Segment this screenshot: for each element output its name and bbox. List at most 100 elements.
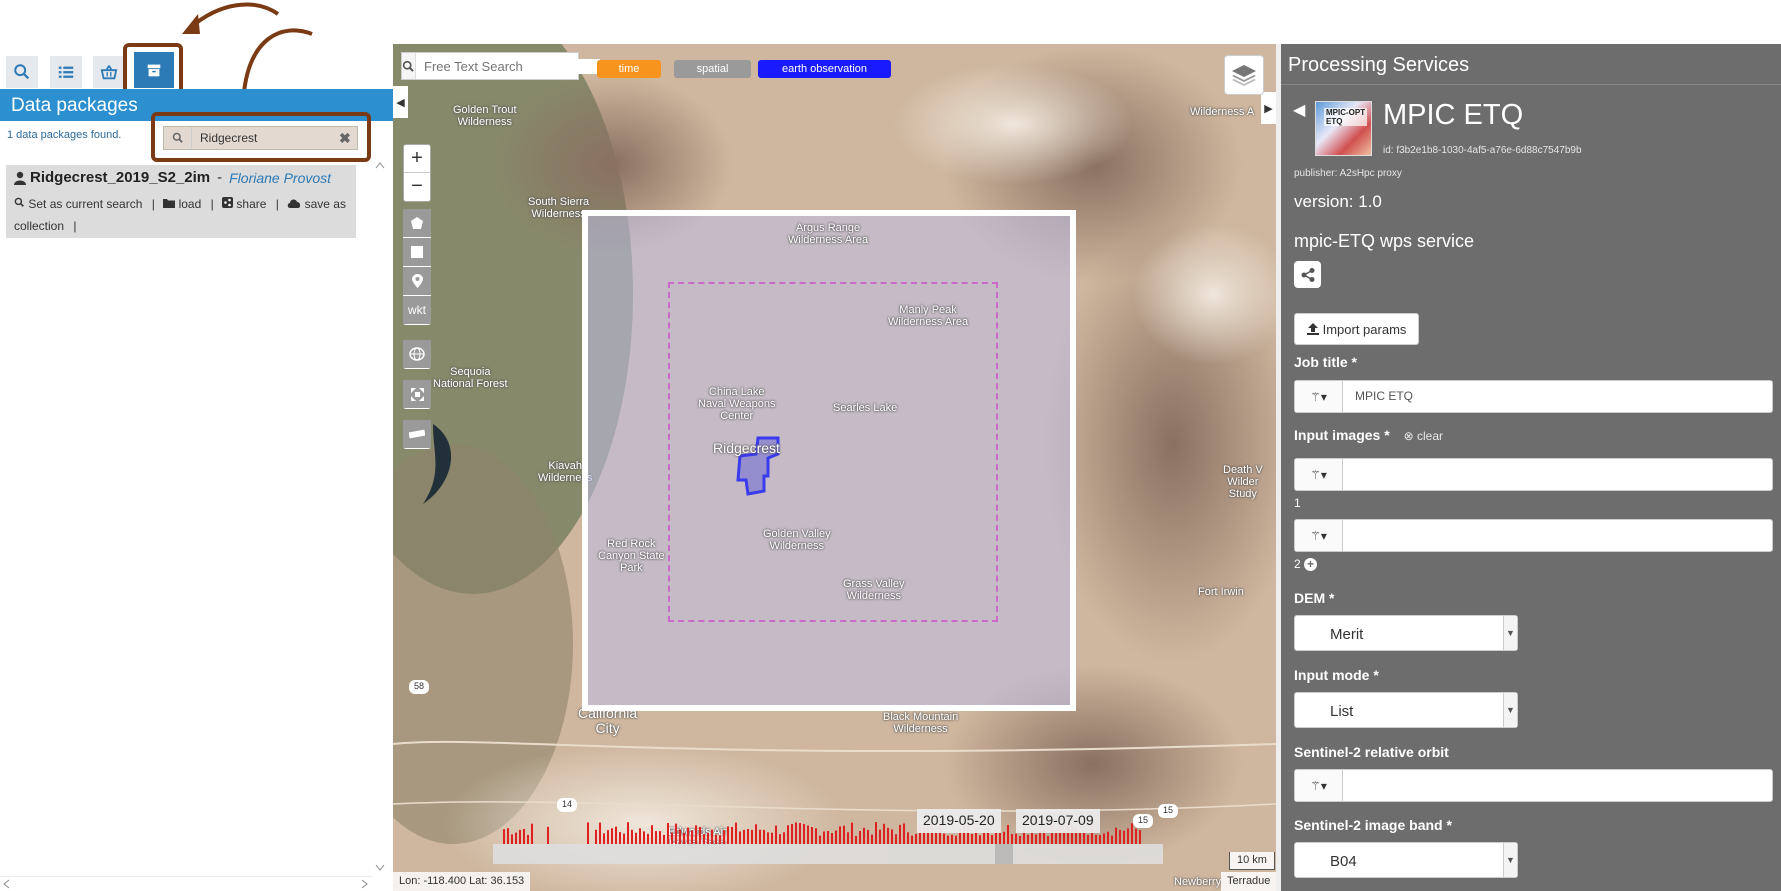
time-range-slider[interactable] bbox=[493, 844, 1163, 864]
map-label: Manly Peak Wilderness Area bbox=[888, 304, 969, 328]
s2-orbit-field[interactable]: ⚚▾ bbox=[1294, 769, 1773, 802]
search-icon bbox=[14, 64, 30, 80]
logo-text: MPIC-OPT ETQ bbox=[1324, 108, 1368, 126]
dem-select[interactable]: Merit ▼ bbox=[1294, 615, 1518, 651]
clear-link[interactable]: ⊗ clear bbox=[1404, 429, 1443, 443]
timeline-bar bbox=[871, 834, 873, 844]
chevron-right-icon: ▶ bbox=[1264, 102, 1273, 115]
wkt-button[interactable]: wkt bbox=[403, 296, 431, 324]
filter-badge-spatial[interactable]: spatial bbox=[674, 60, 751, 78]
map-label: Golden Valley Wilderness bbox=[763, 528, 831, 552]
set-current-search-button[interactable]: Set as current search bbox=[14, 197, 146, 211]
share-button[interactable]: share bbox=[222, 197, 270, 211]
magic-wand-dropdown[interactable]: ⚚▾ bbox=[1295, 520, 1343, 551]
highway-shield: 58 bbox=[409, 680, 429, 694]
zoom-out-button[interactable]: − bbox=[404, 173, 430, 201]
share-service-button[interactable] bbox=[1294, 261, 1321, 288]
timeline-bar bbox=[1035, 834, 1037, 844]
timeline-bar bbox=[599, 822, 601, 844]
timeline-bar bbox=[1131, 823, 1133, 844]
input-mode-select[interactable]: List ▼ bbox=[1294, 692, 1518, 728]
search-icon[interactable] bbox=[402, 53, 416, 79]
tab-basket[interactable] bbox=[93, 56, 125, 88]
s2-band-select[interactable]: B04 ▼ bbox=[1294, 842, 1518, 878]
timeline-bar bbox=[1107, 831, 1109, 844]
horizontal-scrollbar[interactable] bbox=[0, 876, 372, 890]
service-id: id: f3b2e1b8-1030-4af5-a76e-6d88c7547b9b bbox=[1383, 145, 1582, 156]
input-image-field-1[interactable]: ⚚▾ bbox=[1294, 458, 1773, 491]
layers-button[interactable] bbox=[1224, 55, 1264, 95]
scale-bar: 10 km bbox=[1229, 852, 1275, 870]
timeline-bar bbox=[647, 833, 649, 844]
timeline-bar bbox=[523, 828, 525, 844]
package-search-value[interactable]: Ridgecrest bbox=[192, 131, 339, 145]
map-view[interactable]: Golden Trout Wilderness South Sierra Wil… bbox=[393, 44, 1276, 891]
share-icon bbox=[1301, 267, 1314, 282]
magic-wand-dropdown[interactable]: ⚚▾ bbox=[1295, 381, 1343, 412]
job-title-value[interactable]: MPIC ETQ bbox=[1343, 381, 1772, 412]
timeline-bar bbox=[627, 822, 629, 844]
draw-polygon-button[interactable] bbox=[403, 209, 431, 237]
magic-wand-dropdown[interactable]: ⚚▾ bbox=[1295, 459, 1343, 490]
timeline-bar bbox=[743, 829, 745, 844]
collapse-right-button[interactable]: ▶ bbox=[1261, 92, 1276, 124]
input-image-field-2[interactable]: ⚚▾ bbox=[1294, 519, 1773, 552]
tab-search[interactable] bbox=[6, 56, 38, 88]
timeline-bar bbox=[891, 829, 893, 844]
back-button[interactable]: ◀ bbox=[1293, 100, 1305, 120]
filter-badge-time[interactable]: time bbox=[597, 60, 661, 78]
zoom-in-button[interactable]: + bbox=[404, 145, 430, 173]
globe-icon bbox=[409, 347, 425, 361]
filter-badge-earth-observation[interactable]: earth observation bbox=[758, 60, 891, 78]
map-label: South Sierra Wilderness bbox=[528, 196, 590, 220]
timeline-bar bbox=[935, 832, 937, 844]
timeline-bar bbox=[603, 833, 605, 844]
timeline-bar bbox=[863, 827, 865, 844]
draw-point-button[interactable] bbox=[403, 267, 431, 295]
globe-button[interactable] bbox=[403, 340, 431, 368]
timeline-bar bbox=[779, 834, 781, 844]
divider bbox=[1281, 84, 1781, 85]
timeline-bar bbox=[839, 826, 841, 844]
import-params-button[interactable]: Import params bbox=[1294, 313, 1419, 345]
timeline-bar bbox=[651, 825, 653, 844]
package-search-input[interactable]: Ridgecrest ✖ bbox=[163, 126, 358, 150]
left-panel: Data packages Ridgecrest ✖ 1 data packag… bbox=[0, 0, 393, 891]
clear-icon[interactable]: ✖ bbox=[339, 130, 357, 147]
map-label: Grass Valley Wilderness bbox=[843, 578, 905, 602]
timeline-bar bbox=[587, 822, 589, 844]
polygon-icon bbox=[411, 217, 423, 229]
job-title-field[interactable]: ⚚▾ MPIC ETQ bbox=[1294, 380, 1773, 413]
measure-button[interactable] bbox=[403, 420, 431, 448]
start-date[interactable]: 2019-05-20 bbox=[917, 809, 1001, 833]
timeline-bar bbox=[971, 833, 973, 844]
timeline-bar bbox=[519, 829, 521, 844]
map-search-bar[interactable] bbox=[401, 52, 600, 80]
end-date[interactable]: 2019-07-09 bbox=[1016, 809, 1100, 833]
timeline-bar bbox=[723, 830, 725, 844]
tab-list[interactable] bbox=[50, 56, 82, 88]
package-author[interactable]: Floriane Provost bbox=[229, 170, 331, 186]
image-footprint[interactable]: Argus Range Wilderness Area Manly Peak W… bbox=[582, 210, 1076, 711]
magic-wand-icon: ⚚▾ bbox=[1310, 389, 1327, 404]
package-title[interactable]: Ridgecrest_2019_S2_2im bbox=[30, 169, 210, 186]
slider-handle[interactable] bbox=[995, 844, 1013, 864]
free-text-search-input[interactable] bbox=[416, 58, 600, 74]
fullscreen-button[interactable] bbox=[403, 380, 431, 408]
timeline-bar bbox=[907, 832, 909, 844]
map-label: Sequoia National Forest bbox=[433, 366, 508, 390]
timeline-bar bbox=[1019, 835, 1021, 844]
upload-icon bbox=[1306, 323, 1319, 335]
layers-icon bbox=[1232, 65, 1256, 86]
timeline-bar bbox=[867, 829, 869, 844]
load-button[interactable]: load bbox=[163, 197, 204, 211]
collapse-left-button[interactable]: ◀ bbox=[393, 86, 408, 118]
add-input-icon[interactable]: + bbox=[1304, 558, 1318, 571]
vertical-scrollbar[interactable] bbox=[374, 160, 386, 875]
input-images-label: Input images * ⊗ clear bbox=[1294, 427, 1443, 443]
timeline-bar bbox=[879, 829, 881, 844]
draw-rectangle-button[interactable] bbox=[403, 238, 431, 266]
list-item[interactable]: Ridgecrest_2019_S2_2im - Floriane Provos… bbox=[6, 165, 356, 238]
magic-wand-dropdown[interactable]: ⚚▾ bbox=[1295, 770, 1343, 801]
service-description: mpic-ETQ wps service bbox=[1294, 231, 1475, 251]
